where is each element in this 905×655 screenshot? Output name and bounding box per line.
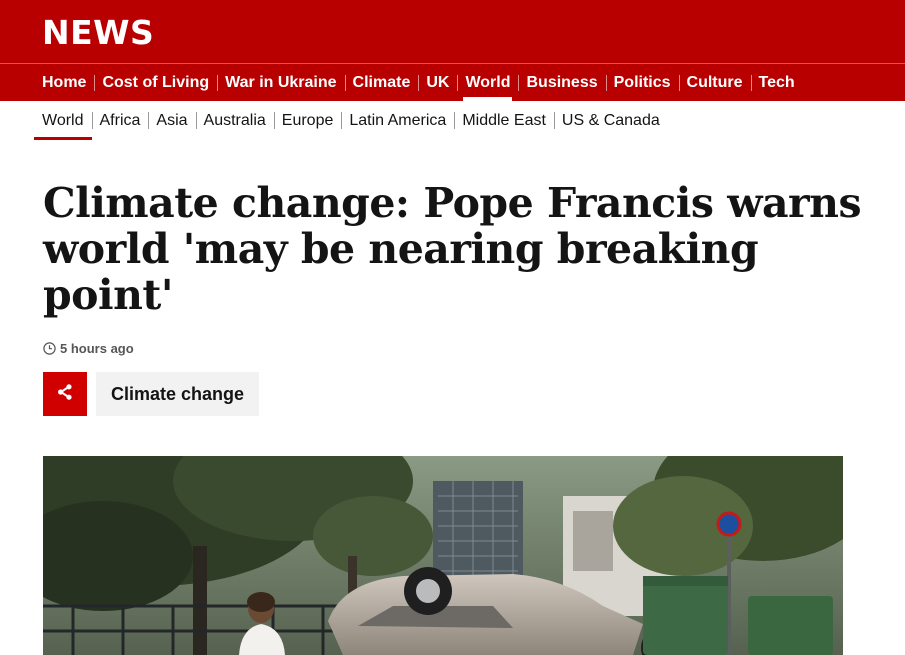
article-timestamp: 5 hours ago: [43, 340, 134, 356]
logo-row: NEWS: [0, 0, 905, 63]
subnav-item-africa[interactable]: Africa: [91, 101, 149, 140]
subnav-item-middle-east[interactable]: Middle East: [454, 101, 554, 140]
nav-item-politics[interactable]: Politics: [605, 64, 679, 101]
primary-nav: Home Cost of Living War in Ukraine Clima…: [34, 64, 803, 101]
subnav-item-asia[interactable]: Asia: [148, 101, 195, 140]
nav-item-climate[interactable]: Climate: [344, 64, 419, 101]
subnav-item-world[interactable]: World: [34, 101, 92, 140]
nav-item-cost-of-living[interactable]: Cost of Living: [94, 64, 217, 101]
article-headline: Climate change: Pope Francis warns world…: [43, 179, 862, 319]
subnav-item-europe[interactable]: Europe: [273, 101, 342, 140]
share-button[interactable]: [43, 372, 87, 416]
site-masthead: NEWS Home Cost of Living War in Ukraine …: [0, 0, 905, 101]
nav-item-uk[interactable]: UK: [418, 64, 457, 101]
subnav-item-us-canada[interactable]: US & Canada: [553, 101, 668, 140]
timestamp-text: 5 hours ago: [60, 340, 134, 356]
clock-icon: [43, 341, 56, 355]
nav-item-business[interactable]: Business: [518, 64, 605, 101]
hero-image: [43, 456, 843, 655]
flood-scene-illustration: [43, 456, 843, 655]
subnav-item-latin-america[interactable]: Latin America: [341, 101, 454, 140]
subnav-item-australia[interactable]: Australia: [195, 101, 274, 140]
nav-item-world[interactable]: World: [457, 64, 518, 101]
nav-item-war-in-ukraine[interactable]: War in Ukraine: [217, 64, 344, 101]
secondary-nav: World Africa Asia Australia Europe Latin…: [34, 101, 668, 140]
nav-item-home[interactable]: Home: [34, 64, 94, 101]
share-icon: [56, 383, 74, 406]
news-logo[interactable]: NEWS: [42, 13, 154, 53]
nav-item-tech[interactable]: Tech: [750, 64, 803, 101]
topic-tag-climate-change[interactable]: Climate change: [96, 372, 259, 416]
nav-item-culture[interactable]: Culture: [678, 64, 751, 101]
